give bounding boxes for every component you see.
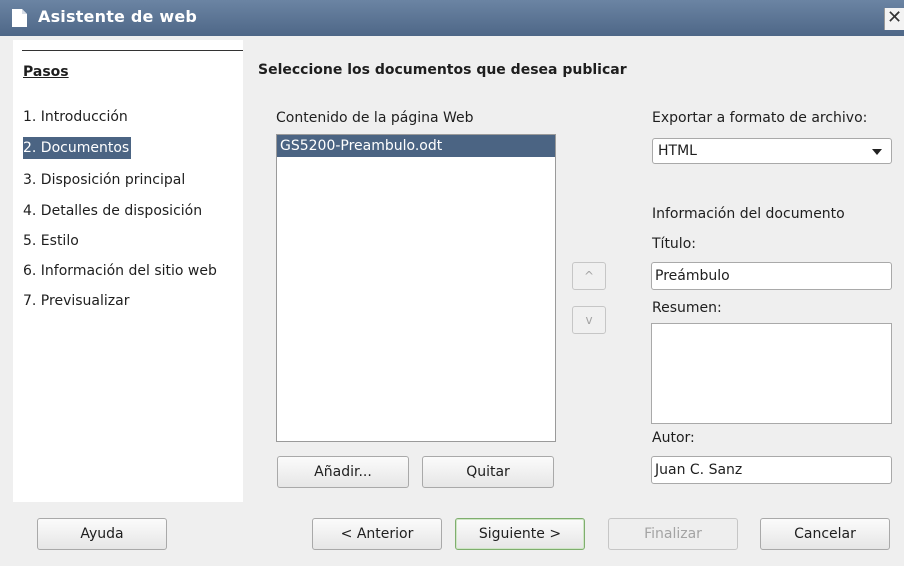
help-button[interactable]: Ayuda [37,518,167,550]
author-label: Autor: [652,430,695,446]
previous-button[interactable]: < Anterior [312,518,442,550]
doc-info-label: Información del documento [652,206,845,222]
export-format-value: HTML [658,143,697,159]
add-button[interactable]: Añadir... [277,456,409,488]
summary-field[interactable] [651,323,892,424]
window-title: Asistente de web [38,7,198,26]
steps-sidebar: Pasos 1. Introducción 2. Documentos 3. D… [13,40,243,502]
sidebar-divider [22,50,243,51]
list-item[interactable]: GS5200-Preambulo.odt [277,135,555,157]
step-site-info[interactable]: 6. Información del sitio web [23,260,217,282]
document-icon [12,9,27,27]
finish-button[interactable]: Finalizar [608,518,738,550]
page-heading: Seleccione los documentos que desea publ… [258,62,627,78]
content-label: Contenido de la página Web [276,110,474,126]
close-icon[interactable]: ✕ [884,8,904,30]
title-bar: Asistente de web ✕ [0,0,904,36]
documents-list[interactable]: GS5200-Preambulo.odt [276,134,556,442]
step-main-layout[interactable]: 3. Disposición principal [23,169,185,191]
next-button[interactable]: Siguiente > [455,518,585,550]
move-up-button[interactable]: ^ [572,262,606,290]
export-format-label: Exportar a formato de archivo: [652,110,868,126]
move-down-button[interactable]: v [572,306,606,334]
step-preview[interactable]: 7. Previsualizar [23,290,129,312]
step-introduction[interactable]: 1. Introducción [23,106,128,128]
sidebar-title: Pasos [23,64,69,80]
title-label: Título: [652,236,696,252]
step-style[interactable]: 5. Estilo [23,230,79,252]
author-field[interactable]: Juan C. Sanz [651,456,892,484]
chevron-down-icon [872,149,882,155]
summary-label: Resumen: [652,300,722,316]
web-wizard-dialog: Asistente de web ✕ Pasos 1. Introducción… [0,0,904,566]
export-format-select[interactable]: HTML [652,138,892,164]
step-documents[interactable]: 2. Documentos [23,137,132,159]
step-layout-details[interactable]: 4. Detalles de disposición [23,200,202,222]
title-field[interactable]: Preámbulo [651,262,892,290]
cancel-button[interactable]: Cancelar [760,518,890,550]
remove-button[interactable]: Quitar [422,456,554,488]
